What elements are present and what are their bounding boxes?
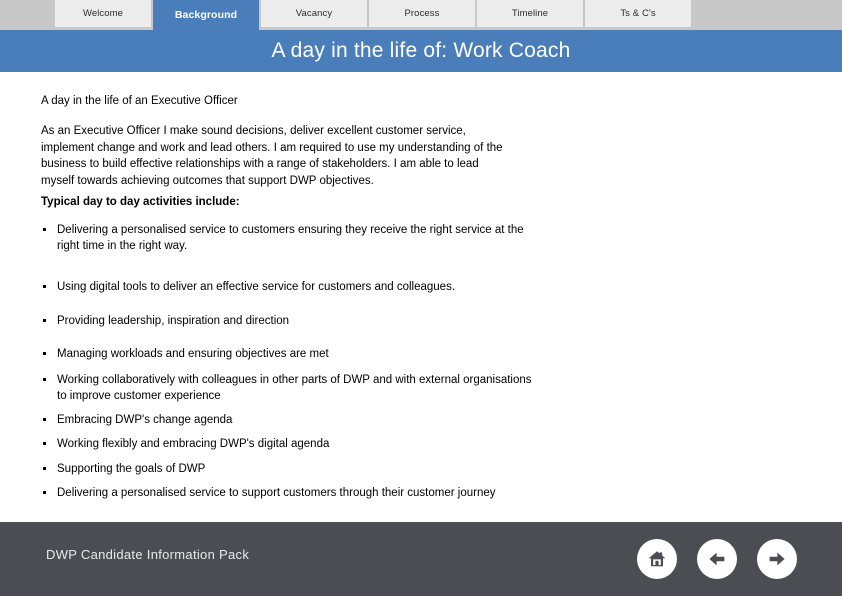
arrow-right-icon (765, 547, 789, 571)
list-item: Delivering a personalised service to cus… (41, 222, 541, 255)
footer-navigation (637, 539, 797, 579)
list-item-label: Delivering a personalised service to sup… (57, 487, 496, 500)
tab-vacancy[interactable]: Vacancy (261, 0, 369, 27)
list-item-label: Managing workloads and ensuring objectiv… (57, 347, 329, 360)
bullet-marker-icon (43, 378, 46, 382)
intro-paragraph: As an Executive Officer I make sound dec… (41, 125, 503, 187)
page-title: A day in the life of: Work Coach (271, 39, 571, 62)
home-icon (645, 547, 669, 571)
page-title-band: A day in the life of: Work Coach (0, 30, 842, 72)
section-heading: Typical day to day activities include: (41, 196, 240, 208)
arrow-left-icon (705, 547, 729, 571)
bullet-marker-icon (43, 319, 46, 323)
tab-welcome[interactable]: Welcome (55, 0, 153, 27)
activities-list: Delivering a personalised service to cus… (41, 222, 541, 501)
list-item-label: Using digital tools to deliver an effect… (57, 280, 456, 293)
footer-bar: DWP Candidate Information Pack (0, 522, 842, 596)
bullet-marker-icon (43, 442, 46, 446)
list-item: Providing leadership, inspiration and di… (41, 313, 541, 329)
list-item: Managing workloads and ensuring objectiv… (41, 346, 541, 362)
list-item: Working collaboratively with colleagues … (41, 372, 541, 405)
footer-label: DWP Candidate Information Pack (46, 547, 250, 562)
list-item: Supporting the goals of DWP (41, 461, 541, 477)
bullet-marker-icon (43, 491, 46, 495)
tab-bar: Welcome Background Vacancy Process Timel… (0, 0, 842, 30)
bullet-marker-icon (43, 351, 46, 355)
bullet-marker-icon (43, 284, 46, 288)
lead-title: A day in the life of an Executive Office… (41, 95, 238, 107)
list-item-label: Embracing DWP's change agenda (57, 413, 233, 426)
tab-timeline[interactable]: Timeline (477, 0, 585, 27)
list-item-label: Working collaboratively with colleagues … (57, 374, 532, 403)
tab-background[interactable]: Background (153, 0, 261, 30)
list-item-label: Providing leadership, inspiration and di… (57, 315, 290, 328)
list-item-label: Working flexibly and embracing DWP's dig… (57, 438, 330, 451)
list-item: Delivering a personalised service to sup… (41, 485, 541, 501)
tab-bar-spacer (0, 0, 55, 30)
list-item: Using digital tools to deliver an effect… (41, 279, 541, 295)
slide-content: A day in the life of an Executive Office… (0, 72, 842, 522)
bullet-marker-icon (43, 466, 46, 470)
list-item: Working flexibly and embracing DWP's dig… (41, 436, 541, 452)
tab-process[interactable]: Process (369, 0, 477, 27)
list-item: Embracing DWP's change agenda (41, 412, 541, 428)
tab-ts-and-cs[interactable]: Ts & C's (585, 0, 693, 27)
back-button[interactable] (697, 539, 737, 579)
bullet-marker-icon (43, 417, 46, 421)
home-button[interactable] (637, 539, 677, 579)
list-item-label: Supporting the goals of DWP (57, 462, 206, 475)
list-item-label: Delivering a personalised service to cus… (57, 224, 524, 253)
forward-button[interactable] (757, 539, 797, 579)
bullet-marker-icon (43, 228, 46, 231)
